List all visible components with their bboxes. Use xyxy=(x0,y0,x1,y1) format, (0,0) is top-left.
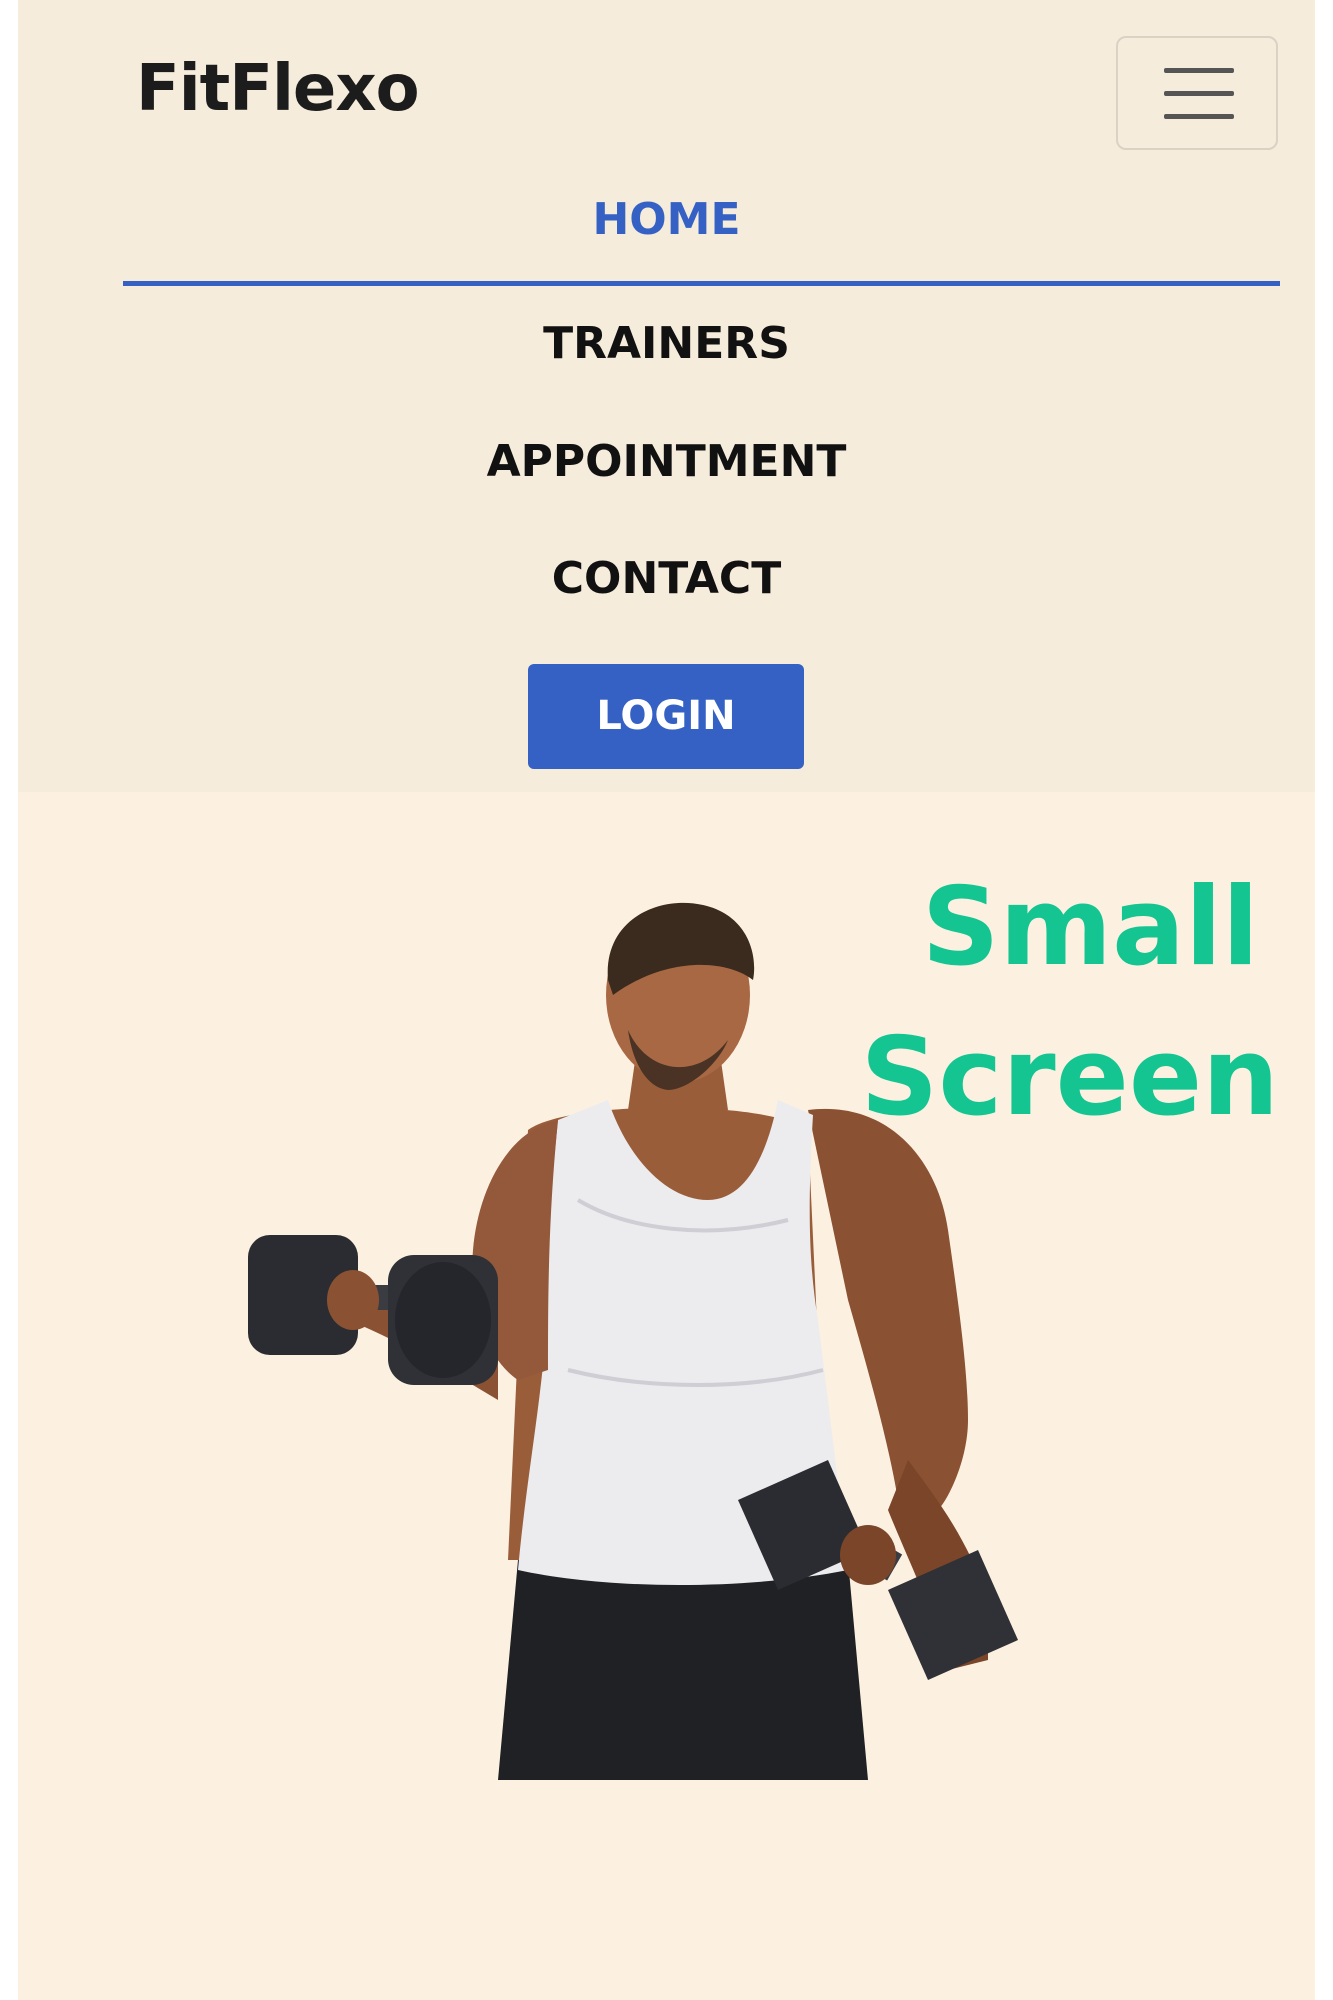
nav-item-trainers[interactable]: TRAINERS xyxy=(18,318,1315,369)
navbar: FitFlexo HOME TRAINERS APPOINTMENT CONTA… xyxy=(18,0,1315,792)
nav-item-contact[interactable]: CONTACT xyxy=(18,553,1315,604)
nav-item-appointment[interactable]: APPOINTMENT xyxy=(18,436,1315,487)
brand-logo[interactable]: FitFlexo xyxy=(136,52,420,126)
page: FitFlexo HOME TRAINERS APPOINTMENT CONTA… xyxy=(18,0,1315,2000)
nav-item-home[interactable]: HOME xyxy=(18,194,1315,245)
navbar-toggler-button[interactable] xyxy=(1116,36,1278,150)
login-button[interactable]: LOGIN xyxy=(528,664,804,769)
active-nav-underline xyxy=(123,281,1280,286)
overlay-text-screen: Screen xyxy=(860,1015,1279,1140)
overlay-text-small: Small xyxy=(921,865,1259,990)
